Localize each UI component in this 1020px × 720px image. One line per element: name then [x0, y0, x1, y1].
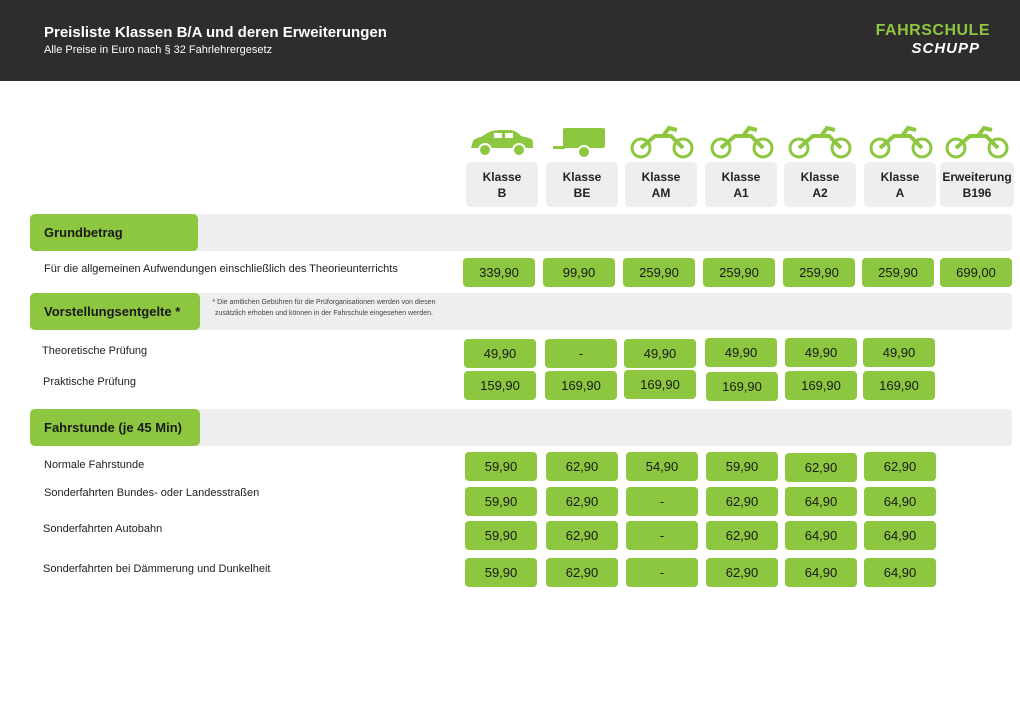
price-cell: 62,90	[706, 558, 778, 587]
motorcycle-icon	[945, 125, 1009, 159]
price-cell: 169,90	[863, 371, 935, 400]
class-header-line1: Erweiterung	[942, 169, 1012, 184]
motorcycle-icon	[710, 125, 774, 159]
price-cell: -	[545, 339, 617, 368]
price-cell: 169,90	[545, 371, 617, 400]
class-header-a: Klasse A	[864, 162, 936, 207]
price-cell: 99,90	[543, 258, 615, 287]
motorcycle-icon	[869, 125, 933, 159]
logo-line1: FAHRSCHULE	[875, 22, 990, 39]
price-cell: 62,90	[706, 487, 778, 516]
price-cell: 49,90	[785, 338, 857, 367]
price-cell: 259,90	[623, 258, 695, 287]
price-cell: 259,90	[862, 258, 934, 287]
price-cell: 64,90	[785, 521, 857, 550]
price-cell: 62,90	[785, 453, 857, 482]
price-cell: 64,90	[785, 487, 857, 516]
price-cell: 62,90	[706, 521, 778, 550]
row-label: Praktische Prüfung	[43, 376, 136, 388]
class-header-line1: Klasse	[641, 169, 681, 184]
price-cell: 59,90	[465, 452, 537, 481]
price-cell: 64,90	[864, 521, 936, 550]
class-header-line1: Klasse	[721, 169, 761, 184]
logo-line2: SCHUPP	[911, 40, 980, 57]
class-header-line2: A2	[812, 185, 828, 200]
price-cell: 259,90	[703, 258, 775, 287]
price-cell: 62,90	[546, 452, 618, 481]
price-cell: 49,90	[464, 339, 536, 368]
price-cell: 339,90	[463, 258, 535, 287]
section-label-fahrstunde: Fahrstunde (je 45 Min)	[30, 409, 200, 446]
class-header-line1: Klasse	[482, 169, 522, 184]
car-icon	[471, 130, 533, 157]
price-cell: 62,90	[864, 452, 936, 481]
class-header-b: Klasse B	[466, 162, 538, 207]
motorcycle-icon	[788, 125, 852, 159]
price-cell: 64,90	[864, 558, 936, 587]
price-cell: 62,90	[546, 487, 618, 516]
row-label: Sonderfahrten Autobahn	[43, 523, 163, 535]
price-cell: 54,90	[626, 452, 698, 481]
class-header-line2: B196	[962, 185, 992, 200]
class-header-line2: A	[895, 185, 905, 200]
row-label: Normale Fahrstunde	[44, 459, 145, 471]
price-cell: 699,00	[940, 258, 1012, 287]
price-cell: -	[626, 558, 698, 587]
price-cell: 159,90	[464, 371, 536, 400]
price-cell: 59,90	[465, 521, 537, 550]
price-cell: 49,90	[624, 339, 696, 368]
trailer-icon	[553, 128, 605, 159]
price-cell: 59,90	[465, 558, 537, 587]
price-cell: 49,90	[705, 338, 777, 367]
price-cell: 62,90	[546, 558, 618, 587]
header-bar: Preisliste Klassen B/A und deren Erweite…	[0, 0, 1020, 81]
class-header-b196: Erweiterung B196	[940, 162, 1014, 207]
page-subtitle: Alle Preise in Euro nach § 32 Fahrlehrer…	[44, 44, 273, 56]
class-header-be: Klasse BE	[546, 162, 618, 207]
price-cell: 59,90	[465, 487, 537, 516]
class-header-line1: Klasse	[800, 169, 840, 184]
price-cell: -	[626, 521, 698, 550]
row-label: Sonderfahrten Bundes- oder Landesstraßen	[44, 487, 260, 499]
price-cell: 64,90	[785, 558, 857, 587]
row-label: Sonderfahrten bei Dämmerung und Dunkelhe…	[43, 563, 271, 575]
class-header-line1: Klasse	[880, 169, 920, 184]
class-header-line2: B	[497, 185, 507, 200]
class-header-line2: AM	[651, 185, 671, 200]
price-cell: -	[626, 487, 698, 516]
price-cell: 169,90	[706, 372, 778, 401]
class-header-line1: Klasse	[562, 169, 602, 184]
price-cell: 169,90	[785, 371, 857, 400]
section-label-vorstellung: Vorstellungsentgelte *	[30, 293, 200, 330]
class-header-am: Klasse AM	[625, 162, 697, 207]
row-label: Theoretische Prüfung	[42, 345, 148, 357]
price-cell: 49,90	[863, 338, 935, 367]
row-label: Für die allgemeinen Aufwendungen einschl…	[44, 263, 398, 275]
class-header-line2: BE	[573, 185, 591, 200]
class-header-a1: Klasse A1	[705, 162, 777, 207]
price-cell: 64,90	[864, 487, 936, 516]
price-cell: 59,90	[706, 452, 778, 481]
section-label-grundbetrag: Grundbetrag	[30, 214, 198, 251]
class-header-line2: A1	[733, 185, 749, 200]
page-title: Preisliste Klassen B/A und deren Erweite…	[44, 24, 387, 41]
price-cell: 259,90	[783, 258, 855, 287]
motorcycle-icon	[630, 125, 694, 159]
fee-footnote: * Die amtlichen Gebühren für die Prüforg…	[212, 299, 436, 317]
price-cell: 169,90	[624, 370, 696, 399]
class-header-a2: Klasse A2	[784, 162, 856, 207]
price-cell: 62,90	[546, 521, 618, 550]
